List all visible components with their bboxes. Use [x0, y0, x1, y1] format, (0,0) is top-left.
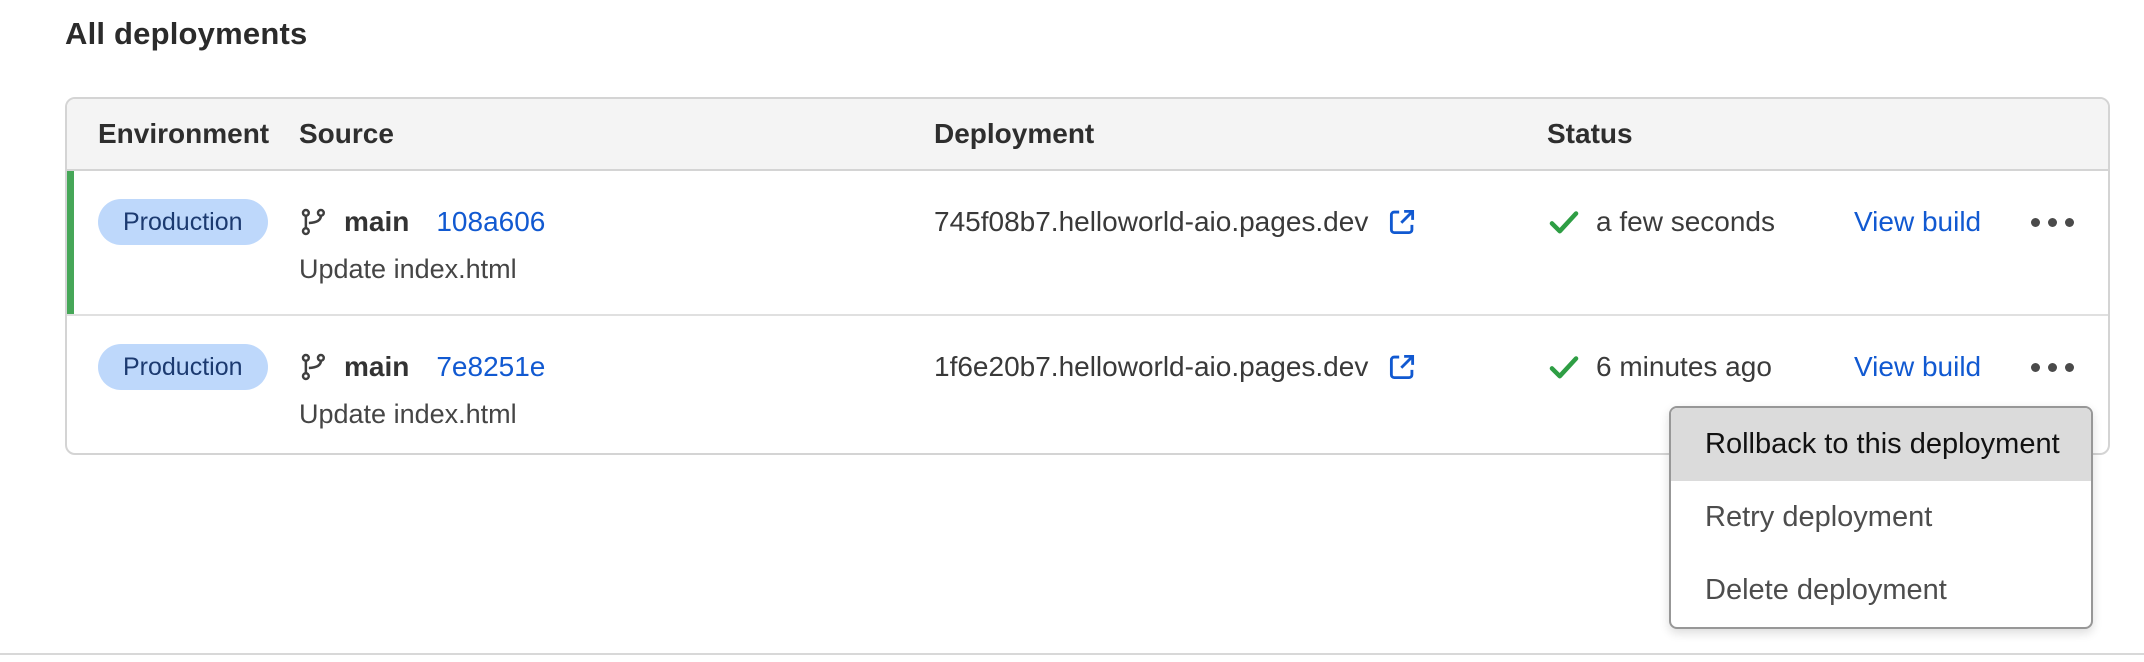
- commit-link[interactable]: 7e8251e: [436, 351, 545, 383]
- menu-item-retry[interactable]: Retry deployment: [1671, 481, 2091, 554]
- status-time: a few seconds: [1596, 206, 1775, 238]
- environment-badge: Production: [98, 344, 268, 390]
- ellipsis-icon[interactable]: [2031, 344, 2074, 390]
- view-build-link[interactable]: View build: [1854, 199, 1981, 245]
- deployment-cell: 745f08b7.helloworld-aio.pages.dev: [934, 199, 1547, 245]
- commit-message: Update index.html: [299, 399, 934, 430]
- table-row: Production main 108a606 Update index.htm…: [67, 171, 2108, 316]
- column-header-source: Source: [299, 118, 934, 150]
- status-cell: 6 minutes ago View build: [1547, 344, 2108, 390]
- menu-item-rollback[interactable]: Rollback to this deployment: [1671, 408, 2091, 481]
- column-header-environment: Environment: [67, 118, 299, 150]
- environment-cell: Production: [67, 199, 299, 245]
- git-branch-icon: [299, 352, 329, 382]
- commit-message: Update index.html: [299, 254, 934, 285]
- status-cell: a few seconds View build: [1547, 199, 2108, 245]
- ellipsis-icon[interactable]: [2031, 199, 2074, 245]
- external-link-icon[interactable]: [1385, 350, 1419, 384]
- bottom-divider: [0, 653, 2144, 655]
- branch-name: main: [344, 351, 409, 383]
- column-header-status: Status: [1547, 118, 2108, 150]
- page-title: All deployments: [65, 16, 307, 52]
- menu-item-delete[interactable]: Delete deployment: [1671, 554, 2091, 627]
- deployment-url: 1f6e20b7.helloworld-aio.pages.dev: [934, 351, 1368, 383]
- environment-badge: Production: [98, 199, 268, 245]
- deployment-cell: 1f6e20b7.helloworld-aio.pages.dev: [934, 344, 1547, 390]
- external-link-icon[interactable]: [1385, 205, 1419, 239]
- environment-cell: Production: [67, 344, 299, 390]
- check-icon: [1547, 350, 1581, 384]
- column-header-deployment: Deployment: [934, 118, 1547, 150]
- source-cell: main 108a606 Update index.html: [299, 199, 934, 285]
- status-time: 6 minutes ago: [1596, 351, 1772, 383]
- source-cell: main 7e8251e Update index.html: [299, 344, 934, 430]
- deployment-actions-menu: Rollback to this deployment Retry deploy…: [1669, 406, 2093, 629]
- table-header-row: Environment Source Deployment Status: [67, 99, 2108, 171]
- commit-link[interactable]: 108a606: [436, 206, 545, 238]
- deployments-table: Environment Source Deployment Status Pro…: [65, 97, 2110, 455]
- check-icon: [1547, 205, 1581, 239]
- branch-name: main: [344, 206, 409, 238]
- git-branch-icon: [299, 207, 329, 237]
- view-build-link[interactable]: View build: [1854, 344, 1981, 390]
- deployment-url: 745f08b7.helloworld-aio.pages.dev: [934, 206, 1368, 238]
